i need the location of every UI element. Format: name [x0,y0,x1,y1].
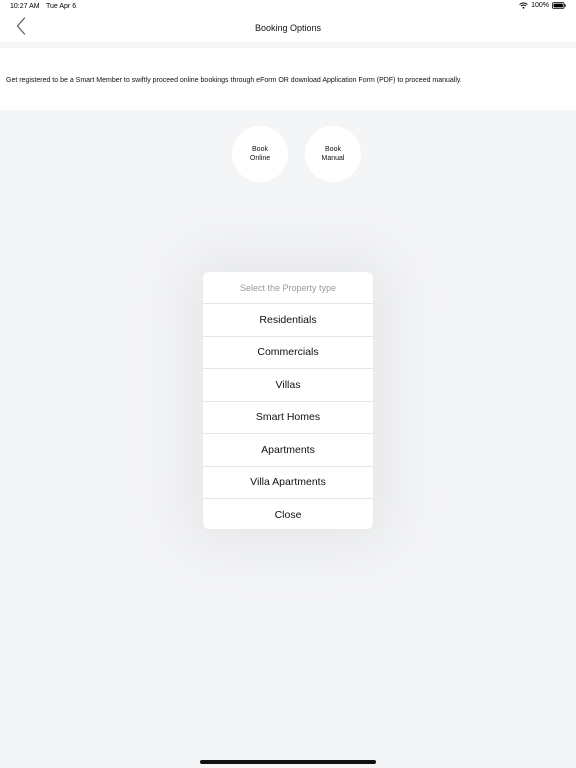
book-manual-line2: Manual [321,155,345,162]
battery-icon [552,2,566,9]
status-date: Tue Apr 6 [46,3,77,10]
book-manual-line1: Book [325,146,341,153]
book-online-line2: Online [249,155,271,162]
option-residentials[interactable]: Residentials [203,304,373,337]
status-bar: 10:27 AM Tue Apr 6 100% [0,0,576,14]
option-smart-homes[interactable]: Smart Homes [203,402,373,434]
banner-text: Get registered to be a Smart Member to s… [6,77,462,84]
book-online-line1: Book [252,146,268,153]
option-apartments[interactable]: Apartments [203,434,373,467]
book-manual-button[interactable]: Book Manual [305,126,361,182]
info-banner: Get registered to be a Smart Member to s… [0,48,576,110]
navigation-bar: Booking Options [0,14,576,42]
screen: 10:27 AM Tue Apr 6 100% Booking Options … [0,0,576,768]
property-type-action-sheet: Select the Property type Residentials Co… [203,272,373,529]
home-indicator[interactable] [200,760,376,764]
option-commercials[interactable]: Commercials [203,337,373,369]
action-sheet-title: Select the Property type [203,272,373,304]
wifi-icon [519,2,528,9]
battery-percent: 100% [531,2,549,9]
option-villas[interactable]: Villas [203,369,373,402]
status-right: 100% [519,2,566,9]
status-time: 10:27 AM [10,3,40,10]
close-button[interactable]: Close [203,499,373,529]
book-online-button[interactable]: Book Online [232,126,288,182]
option-villa-apartments[interactable]: Villa Apartments [203,467,373,499]
page-title: Booking Options [254,23,322,33]
